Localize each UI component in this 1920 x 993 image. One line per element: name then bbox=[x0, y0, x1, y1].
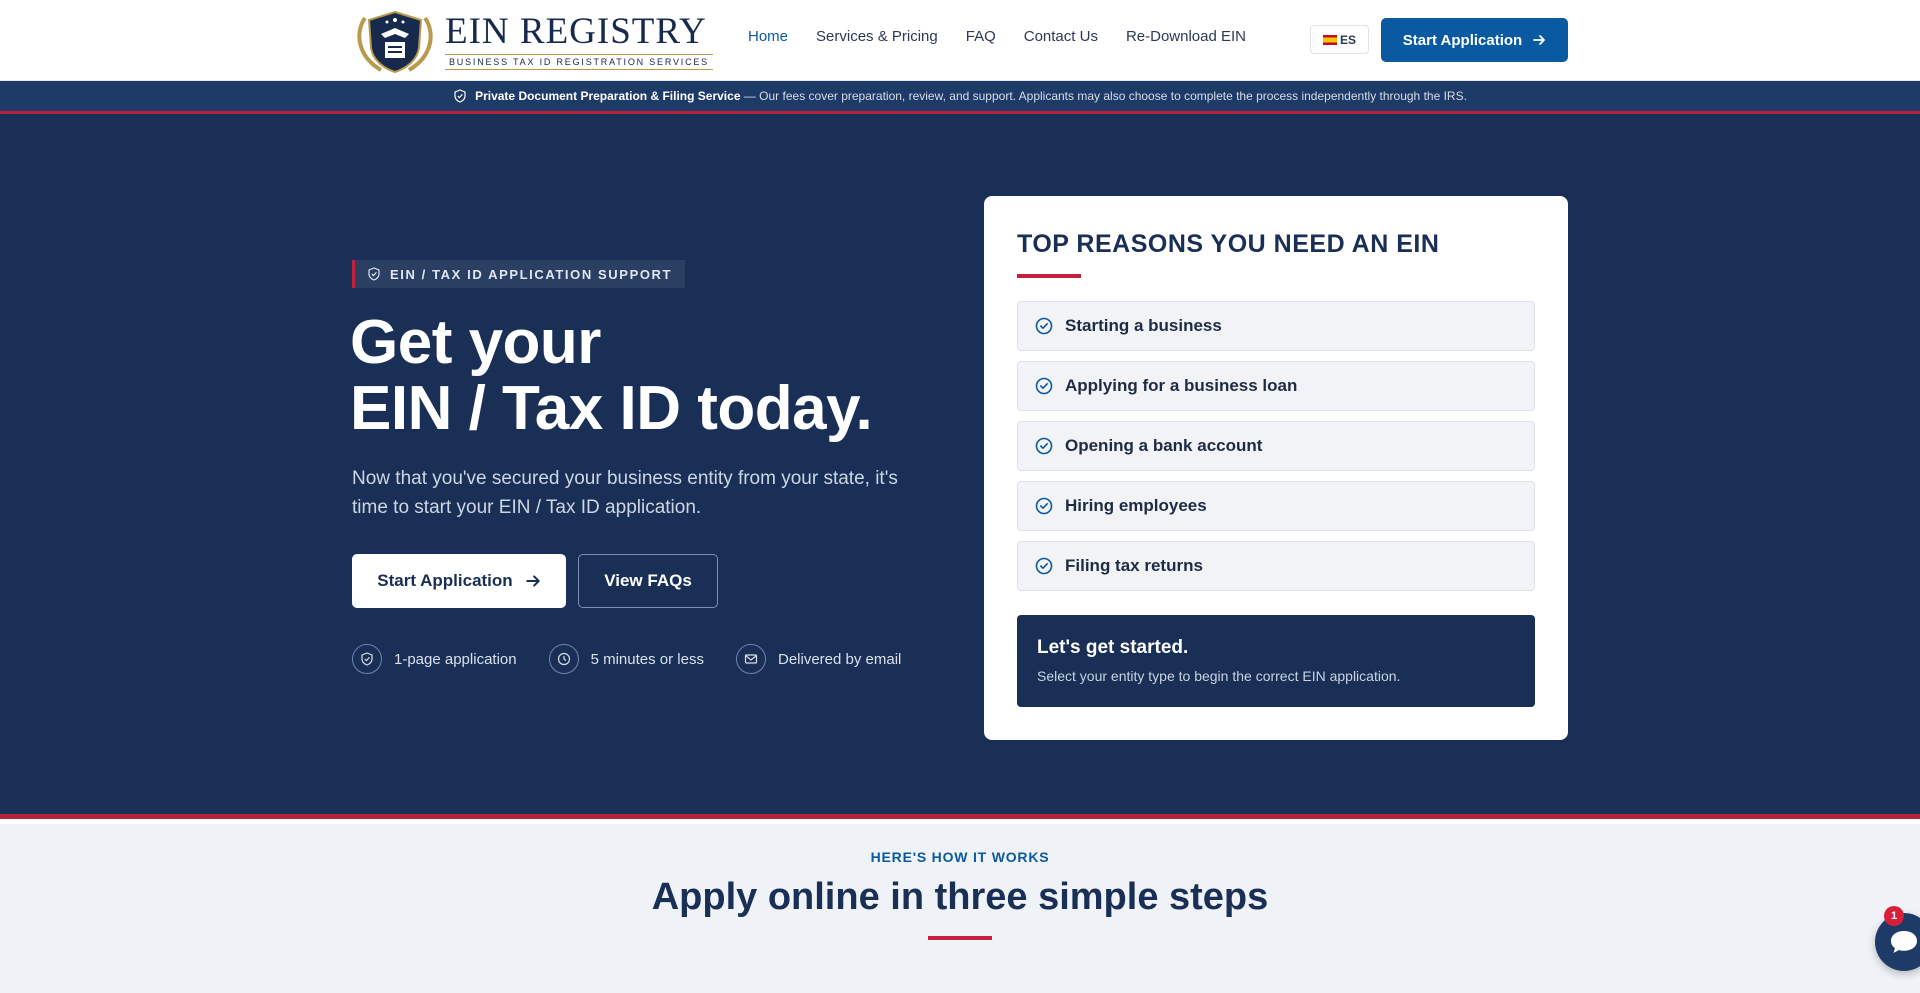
reason-item: Applying for a business loan bbox=[1017, 361, 1535, 411]
shield-icon bbox=[352, 644, 382, 674]
notice-text: — Our fees cover preparation, review, an… bbox=[743, 89, 1467, 103]
reason-label: Applying for a business loan bbox=[1065, 376, 1298, 395]
reason-item: Filing tax returns bbox=[1017, 541, 1535, 591]
check-circle-icon bbox=[1035, 317, 1053, 335]
mail-icon bbox=[735, 644, 766, 674]
reasons-list: Starting a business Applying for a busin… bbox=[1017, 301, 1535, 601]
crest-logo-icon bbox=[351, 8, 439, 74]
arrow-right-icon bbox=[1533, 35, 1546, 45]
hero-subtitle: Now that you've secured your business en… bbox=[352, 468, 898, 518]
reasons-card-title: TOP REASONS YOU NEED AN EIN bbox=[1017, 230, 1440, 258]
feature-label: 5 minutes or less bbox=[590, 650, 704, 668]
hero-start-application-label: Start Application bbox=[377, 571, 513, 590]
hero-eyebrow-label: EIN / TAX ID APPLICATION SUPPORT bbox=[390, 266, 673, 282]
nav-services-pricing[interactable]: Services & Pricing bbox=[816, 28, 938, 45]
reason-label: Filing tax returns bbox=[1065, 556, 1203, 575]
header-start-application-button[interactable]: Start Application bbox=[1381, 18, 1568, 62]
hero-features: 1-page application 5 minutes or less Del… bbox=[352, 644, 901, 674]
language-label: ES bbox=[1339, 32, 1356, 47]
feature-label: 1-page application bbox=[394, 650, 517, 668]
reason-label: Starting a business bbox=[1065, 316, 1222, 335]
title-underline bbox=[1017, 274, 1081, 278]
service-notice-bar: Private Document Preparation & Filing Se… bbox=[0, 81, 1920, 114]
check-circle-icon bbox=[1035, 557, 1053, 575]
reason-label: Hiring employees bbox=[1065, 496, 1207, 515]
language-switcher[interactable]: ES bbox=[1310, 25, 1369, 54]
check-circle-icon bbox=[1035, 437, 1053, 455]
nav-contact-us[interactable]: Contact Us bbox=[1024, 28, 1098, 45]
brand-name: EIN REGISTRY bbox=[445, 10, 707, 52]
get-started-box[interactable]: Let's get started. Select your entity ty… bbox=[1017, 615, 1535, 707]
main-nav: Home Services & Pricing FAQ Contact Us R… bbox=[748, 28, 1274, 45]
how-it-works-title: Apply online in three simple steps bbox=[651, 876, 1269, 918]
check-circle-icon bbox=[1035, 377, 1053, 395]
nav-re-download-ein[interactable]: Re-Download EIN bbox=[1126, 28, 1246, 45]
reasons-card: TOP REASONS YOU NEED AN EIN Starting a b… bbox=[984, 196, 1568, 740]
reason-item: Opening a bank account bbox=[1017, 421, 1535, 471]
clock-icon bbox=[548, 644, 579, 674]
spain-flag-icon bbox=[1322, 34, 1337, 45]
hero-eyebrow: EIN / TAX ID APPLICATION SUPPORT bbox=[352, 260, 686, 288]
how-it-works-eyebrow: HERE'S HOW IT WORKS bbox=[870, 849, 1050, 865]
hero-title-line-2: EIN / Tax ID today. bbox=[350, 374, 873, 443]
feature-label: Delivered by email bbox=[777, 650, 902, 668]
nav-home[interactable]: Home bbox=[748, 28, 788, 45]
how-it-works-section: HERE'S HOW IT WORKS Apply online in thre… bbox=[0, 824, 1920, 993]
reason-item: Hiring employees bbox=[1017, 481, 1535, 531]
header-start-application-label: Start Application bbox=[1402, 31, 1523, 49]
shield-check-icon bbox=[454, 89, 466, 103]
site-header: EIN REGISTRY BUSINESS TAX ID REGISTRATIO… bbox=[0, 0, 1920, 81]
get-started-text: Select your entity type to begin the cor… bbox=[1037, 668, 1401, 684]
get-started-title: Let's get started. bbox=[1037, 637, 1189, 658]
feature-item: Delivered by email bbox=[735, 644, 902, 674]
view-faqs-button[interactable]: View FAQs bbox=[578, 554, 718, 608]
hero-start-application-button[interactable]: Start Application bbox=[352, 554, 566, 608]
reason-label: Opening a bank account bbox=[1065, 436, 1263, 455]
hero-section: EIN / TAX ID APPLICATION SUPPORT Get you… bbox=[0, 114, 1920, 819]
chat-bubble-icon bbox=[1891, 931, 1917, 953]
shield-check-icon bbox=[368, 267, 380, 281]
hero-title-line-1: Get your bbox=[350, 308, 601, 377]
site-logo[interactable]: EIN REGISTRY BUSINESS TAX ID REGISTRATIO… bbox=[351, 8, 713, 74]
hero-title: Get your EIN / Tax ID today. bbox=[350, 308, 873, 443]
feature-item: 1-page application bbox=[352, 644, 517, 674]
check-circle-icon bbox=[1035, 497, 1053, 515]
reason-item: Starting a business bbox=[1017, 301, 1535, 351]
feature-item: 5 minutes or less bbox=[548, 644, 704, 674]
brand-tagline: BUSINESS TAX ID REGISTRATION SERVICES bbox=[445, 53, 713, 70]
arrow-right-icon bbox=[525, 575, 540, 587]
chat-notification-badge: 1 bbox=[1884, 906, 1904, 926]
nav-faq[interactable]: FAQ bbox=[966, 28, 996, 45]
notice-bold-text: Private Document Preparation & Filing Se… bbox=[475, 89, 741, 103]
title-underline bbox=[928, 936, 992, 940]
